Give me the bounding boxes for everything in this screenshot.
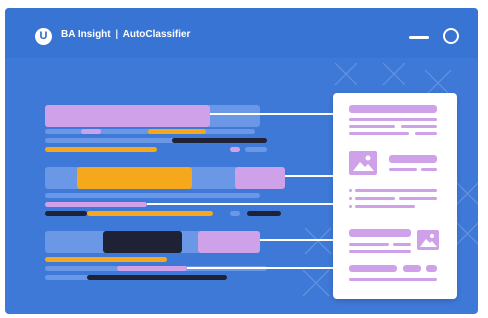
card-line — [389, 168, 417, 171]
connector-line — [147, 203, 333, 205]
connector-line — [187, 267, 333, 269]
card-dot — [349, 197, 352, 200]
card-line — [415, 132, 437, 135]
card-subheading — [389, 155, 437, 163]
image-icon — [349, 151, 377, 175]
doc-line — [45, 147, 157, 152]
card-tag — [349, 265, 397, 272]
doc-line — [45, 193, 260, 198]
doc-line — [87, 211, 213, 216]
card-line — [349, 243, 389, 246]
doc-row2-orange — [77, 167, 192, 189]
doc-line — [247, 211, 281, 216]
doc-line — [45, 211, 87, 216]
connector-line — [260, 239, 333, 241]
card-line — [355, 205, 415, 208]
card-subheading — [349, 229, 411, 237]
doc-line — [45, 257, 167, 262]
doc-row3-highlight — [198, 231, 260, 253]
card-line — [355, 197, 395, 200]
doc-line — [45, 202, 147, 207]
doc-line — [245, 147, 267, 152]
doc-row1-highlight — [45, 105, 210, 127]
doc-line — [172, 138, 267, 143]
card-line — [355, 189, 437, 192]
doc-line — [230, 211, 240, 216]
connector-line — [285, 175, 333, 177]
card-line — [349, 118, 437, 121]
card-line — [349, 278, 437, 281]
card-line — [421, 168, 437, 171]
card-line — [399, 197, 437, 200]
doc-line — [230, 147, 240, 152]
card-line — [349, 125, 395, 128]
app-window: U BA Insight | AutoClassifier — [5, 8, 478, 314]
card-heading — [349, 105, 437, 113]
classification-card — [333, 93, 457, 299]
doc-row3-dark — [103, 231, 182, 253]
card-tag — [403, 265, 421, 272]
card-line — [349, 132, 409, 135]
doc-row2-highlight — [235, 167, 285, 189]
card-tag — [426, 265, 437, 272]
card-dot — [349, 189, 352, 192]
image-icon — [417, 230, 439, 250]
card-line — [401, 125, 437, 128]
doc-line — [87, 275, 227, 280]
doc-line — [117, 266, 187, 271]
card-line — [393, 243, 411, 246]
doc-line — [81, 129, 101, 134]
card-dot — [349, 205, 352, 208]
card-line — [349, 250, 411, 253]
connector-line — [210, 113, 333, 115]
doc-line — [148, 129, 206, 134]
